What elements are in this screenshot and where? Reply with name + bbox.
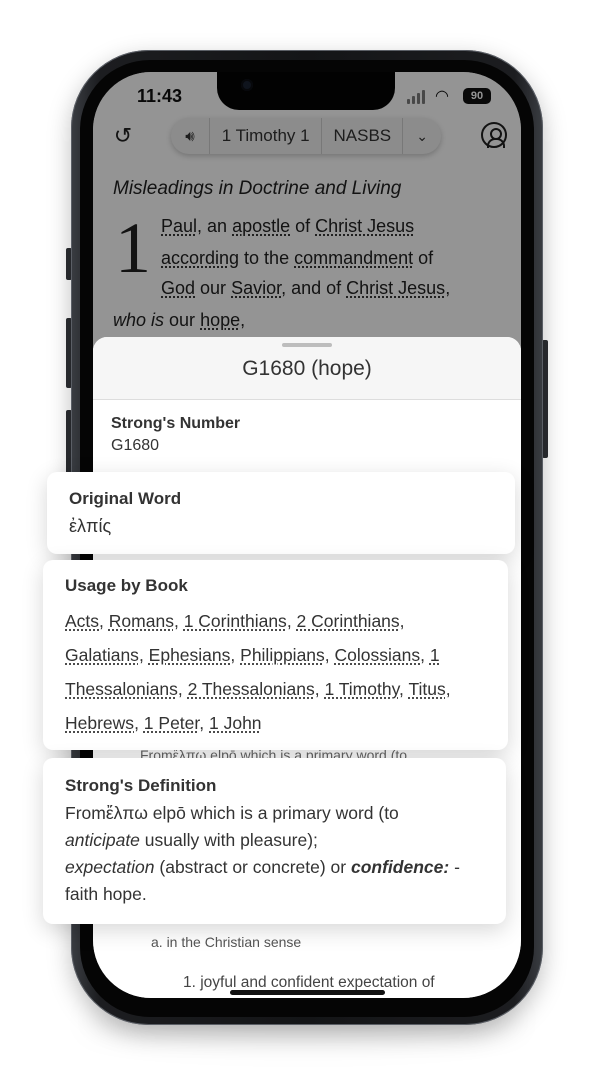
verse-word-link[interactable]: apostle [232,216,290,236]
account-circle-icon[interactable] [481,122,507,148]
version-button[interactable]: NASBS [322,118,402,154]
verse-line: according to the commandment of [161,248,433,269]
home-indicator[interactable] [230,990,385,995]
definition-emphasis: anticipate [65,830,140,850]
definition-strong: confidence: [350,857,450,877]
verse-text: who is [113,310,165,330]
strongs-definition-label: Strong's Definition [65,776,217,795]
verse-line: who is our hope, [113,310,245,331]
definition-emphasis: expectation [65,857,155,877]
definition-text: Fromἔλπω elpō which is a primary word (t… [65,803,399,823]
verse-text: our [195,278,232,298]
sheet-header: G1680 (hope) [93,337,521,400]
speaker-icon[interactable]: 🔊︎ [171,118,209,154]
status-time: 11:43 [137,86,183,106]
strongs-number-label: Strong's Number [111,415,241,432]
definition-text: (abstract or concrete) or [154,857,351,877]
section-heading: Misleadings in Doctrine and Living [113,178,402,199]
book-link[interactable]: Acts [65,611,99,631]
verse-word-link[interactable]: Savior [231,278,281,298]
usage-by-book-card: Usage by Book Acts, Romans, 1 Corinthian… [43,560,508,750]
definition-text: faith hope. [65,884,147,904]
reference-selector: 🔊︎ 1 Timothy 1 NASBS ⌄ [171,118,441,154]
book-link[interactable]: 1 Timothy [324,679,399,699]
definition-text: - [449,857,460,877]
verse-word-link[interactable]: Paul [161,216,197,236]
verse-text: , [445,278,451,298]
book-link[interactable]: 1 Peter [144,713,199,733]
verse-text: to the [239,248,295,268]
verse-word-link[interactable]: hope [200,310,240,330]
sheet-title: G1680 (hope) [242,357,372,380]
drag-handle[interactable] [282,343,332,347]
book-chapter-button[interactable]: 1 Timothy 1 [210,118,322,154]
cellular-signal-icon [407,90,429,104]
verse-text: , and of [281,278,347,298]
book-link[interactable]: 1 Corinthians [184,611,287,631]
wifi-icon: ◠ [435,88,449,105]
verse-text: , [240,310,246,330]
verse-line: God our Savior, and of Christ Jesus, [161,278,450,299]
verse-word-link[interactable]: God [161,278,195,298]
strongs-definition-text: Fromἔλπω elpō which is a primary word (t… [65,800,495,908]
verse-word-link[interactable]: Christ Jesus [346,278,445,298]
book-link[interactable]: 1 John [209,713,262,733]
verse-word-link[interactable]: Christ Jesus [315,216,414,236]
verse-text: , an [197,216,233,236]
book-link[interactable]: Romans [109,611,174,631]
book-link[interactable]: Colossians [335,645,421,665]
book-link[interactable]: Titus [408,679,445,699]
original-word-card: Original Word ἐλπίς [47,472,515,554]
chevron-down-icon[interactable]: ⌄ [403,118,441,154]
history-icon[interactable]: ↺ [109,122,137,150]
definition-text: usually with pleasure); [139,830,318,850]
book-link[interactable]: 2 Thessalonians [188,679,315,699]
verse-line: Paul, an apostle of Christ Jesus [161,216,414,237]
usage-book-list: Acts, Romans, 1 Corinthians, 2 Corinthia… [65,611,451,733]
chapter-number: 1 [115,208,151,288]
battery-icon: 90 [463,88,491,104]
front-camera-icon [241,79,253,91]
original-word-value: ἐλπίς [69,516,112,536]
book-link[interactable]: Philippians [240,645,325,665]
original-word-label: Original Word [69,489,182,508]
book-link[interactable]: Galatians [65,645,139,665]
verse-text: our [164,310,201,330]
verse-text: of [290,216,316,236]
book-link[interactable]: 2 Corinthians [297,611,400,631]
verse-text: of [413,248,434,268]
strongs-number-value: G1680 [111,437,160,454]
verse-word-link[interactable]: according [161,248,239,268]
strongs-definition-card: Strong's Definition Fromἔλπω elpō which … [43,758,506,924]
book-link[interactable]: Ephesians [149,645,231,665]
outline-item: a. in the Christian sense [151,934,302,950]
verse-word-link[interactable]: commandment [294,248,413,268]
book-link[interactable]: Hebrews [65,713,134,733]
usage-by-book-label: Usage by Book [65,576,188,595]
notch [217,72,395,110]
